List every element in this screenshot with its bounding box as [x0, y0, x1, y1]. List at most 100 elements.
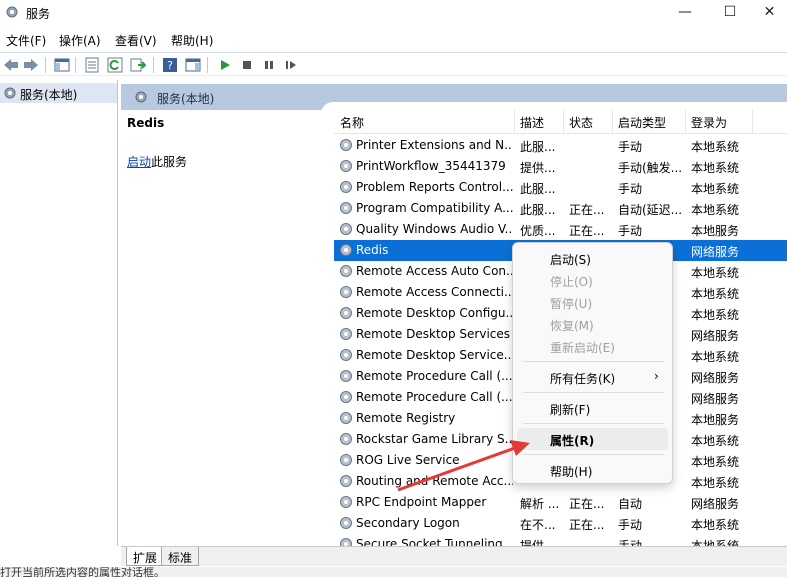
ctx-all-tasks[interactable]: 所有任务(K) ›	[517, 366, 668, 388]
service-gear-icon	[338, 431, 354, 450]
forward-arrow-icon[interactable]	[22, 56, 40, 74]
properties-icon[interactable]	[83, 56, 101, 74]
title-bar: 服务 — ☐ ✕	[0, 0, 787, 26]
start-service-link[interactable]: 启动	[127, 155, 151, 169]
column-description[interactable]: 描述	[520, 114, 544, 131]
menu-help[interactable]: 帮助(H)	[171, 32, 213, 49]
service-gear-icon	[338, 494, 354, 513]
description-panel: Redis 启动此服务	[121, 110, 326, 546]
ctx-refresh[interactable]: 刷新(F)	[517, 397, 668, 419]
cell-name: Routing and Remote Acc...	[356, 474, 513, 488]
column-status[interactable]: 状态	[569, 114, 593, 131]
cell-log-on-as: 网络服务	[691, 371, 740, 385]
cell-log-on-as: 本地系统	[691, 266, 740, 280]
show-hide-action-pane-icon[interactable]	[184, 56, 202, 74]
export-list-icon[interactable]	[129, 56, 147, 74]
tree-item-label: 服务(本地)	[20, 88, 78, 102]
refresh-icon[interactable]	[106, 56, 124, 74]
start-service-line: 启动此服务	[127, 153, 187, 170]
service-gear-icon	[338, 179, 354, 198]
cell-log-on-as: 本地服务	[691, 413, 740, 427]
cell-name: Remote Desktop Service...	[356, 348, 513, 362]
status-text: 打开当前所选内容的属性对话框。	[0, 567, 165, 577]
cell-description: 在不...	[520, 518, 556, 532]
cell-name: Secondary Logon	[356, 516, 460, 530]
table-row[interactable]: Secure Socket Tunneling ... 提供... 手动 本地系统	[334, 534, 787, 546]
cell-name: Remote Access Connecti...	[356, 285, 513, 299]
start-service-icon[interactable]	[216, 56, 234, 74]
back-arrow-icon[interactable]	[2, 56, 20, 74]
table-row[interactable]: RPC Endpoint Mapper 解析 ... 正在... 自动 网络服务	[334, 492, 787, 513]
menu-action[interactable]: 操作(A)	[59, 32, 101, 49]
cell-status: 正在...	[569, 518, 605, 532]
cell-name: Rockstar Game Library S...	[356, 432, 513, 446]
cell-log-on-as: 网络服务	[691, 245, 740, 259]
pane-header-title: 服务(本地)	[157, 92, 215, 106]
table-row[interactable]: Secondary Logon 在不... 正在... 手动 本地系统	[334, 513, 787, 534]
show-hide-console-tree-icon[interactable]	[53, 56, 71, 74]
table-row[interactable]: Printer Extensions and N... 此服... 手动 本地系统	[334, 135, 787, 156]
cell-name: Remote Access Auto Con...	[356, 264, 513, 278]
cell-startup-type: 手动	[618, 539, 643, 546]
ctx-help[interactable]: 帮助(H)	[517, 459, 668, 481]
service-gear-icon	[338, 410, 354, 429]
cell-description: 此服...	[520, 203, 556, 217]
menu-view[interactable]: 查看(V)	[115, 32, 157, 49]
table-row[interactable]: PrintWorkflow_35441379 提供... 手动(触发... 本地系统	[334, 156, 787, 177]
column-startup-type[interactable]: 启动类型	[618, 114, 666, 131]
service-gear-icon	[338, 200, 354, 219]
maximize-button[interactable]: ☐	[707, 0, 753, 26]
cell-log-on-as: 网络服务	[691, 497, 740, 511]
cell-name: Remote Registry	[356, 411, 456, 425]
cell-startup-type: 手动(触发...	[618, 161, 683, 175]
cell-startup-type: 手动	[618, 518, 643, 532]
services-pane: 服务(本地) Redis 启动此服务 ^ 名称 描述 状态 启动类型 登录为 P…	[121, 80, 787, 546]
ctx-properties[interactable]: 属性(R)	[517, 428, 668, 450]
cell-log-on-as: 本地系统	[691, 539, 740, 546]
service-gear-icon	[338, 389, 354, 408]
context-menu: 启动(S) 停止(O) 暂停(U) 恢复(M) 重新启动(E) 所有任务(K) …	[512, 242, 673, 484]
services-gear-icon	[133, 89, 149, 108]
tab-extended[interactable]: 扩展	[126, 547, 165, 566]
service-gear-icon	[338, 284, 354, 303]
service-gear-icon	[338, 473, 354, 492]
ctx-start[interactable]: 启动(S)	[517, 247, 668, 269]
cell-name: Secure Socket Tunneling ...	[356, 537, 513, 546]
status-bar: 打开当前所选内容的属性对话框。	[0, 567, 787, 577]
cell-log-on-as: 网络服务	[691, 329, 740, 343]
service-gear-icon	[338, 452, 354, 471]
cell-log-on-as: 网络服务	[691, 392, 740, 406]
service-gear-icon	[338, 242, 354, 261]
resume-service-icon[interactable]	[282, 56, 300, 74]
cell-startup-type: 自动(延迟...	[618, 203, 683, 217]
service-gear-icon	[338, 536, 354, 546]
ctx-stop: 停止(O)	[550, 275, 593, 289]
cell-status: 正在...	[569, 224, 605, 238]
table-row[interactable]: Problem Reports Control... 此服... 手动 本地系统	[334, 177, 787, 198]
service-gear-icon	[338, 221, 354, 240]
column-log-on-as[interactable]: 登录为	[691, 114, 727, 131]
tab-standard[interactable]: 标准	[161, 547, 200, 566]
table-row[interactable]: Quality Windows Audio V... 优质... 正在... 手动 本地…	[334, 219, 787, 240]
service-gear-icon	[338, 326, 354, 345]
cell-log-on-as: 本地系统	[691, 350, 740, 364]
cell-startup-type: 手动	[618, 140, 643, 154]
cell-log-on-as: 本地系统	[691, 140, 740, 154]
stop-service-icon[interactable]	[238, 56, 256, 74]
cell-name: Remote Desktop Services	[356, 327, 511, 341]
menu-file[interactable]: 文件(F)	[6, 32, 46, 49]
cell-description: 提供...	[520, 161, 556, 175]
window-title: 服务	[26, 7, 51, 21]
table-row[interactable]: Program Compatibility A... 此服... 正在... 自动(延…	[334, 198, 787, 219]
cell-name: ROG Live Service	[356, 453, 460, 467]
menu-bar: 文件(F) 操作(A) 查看(V) 帮助(H)	[0, 27, 787, 51]
help-icon[interactable]: ?	[161, 56, 179, 74]
pause-service-icon[interactable]	[260, 56, 278, 74]
ctx-resume: 恢复(M)	[550, 319, 594, 333]
tree-item-services-local[interactable]: 服务(本地)	[0, 83, 117, 103]
minimize-button[interactable]: —	[662, 0, 708, 26]
column-name[interactable]: 名称	[340, 114, 364, 131]
close-button[interactable]: ✕	[752, 0, 787, 26]
view-tabs: 扩展 标准	[121, 546, 787, 566]
service-gear-icon	[338, 347, 354, 366]
